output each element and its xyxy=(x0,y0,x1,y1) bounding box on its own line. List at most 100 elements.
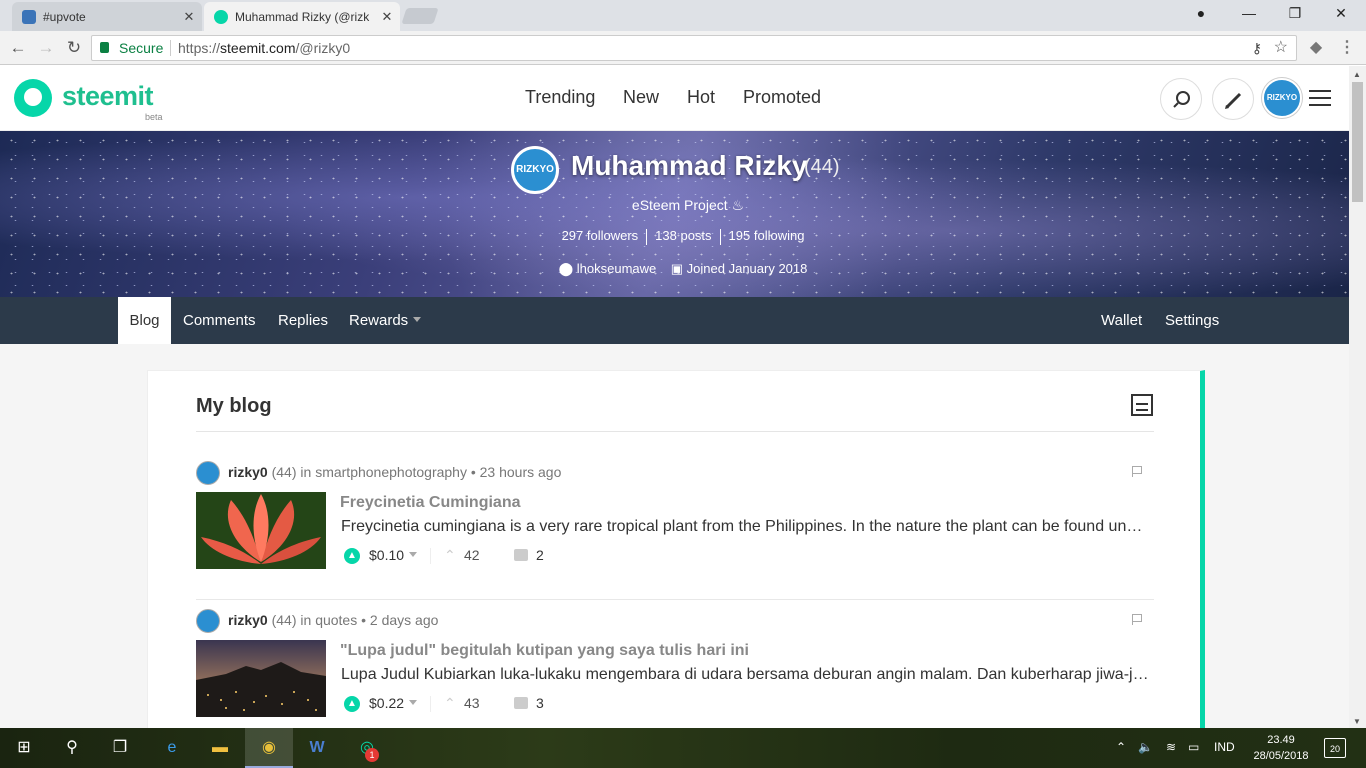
search-icon[interactable]: ⚲ xyxy=(48,728,96,768)
key-icon[interactable]: ⚷ xyxy=(1252,36,1262,60)
divider xyxy=(170,40,171,56)
upvote-icon[interactable]: ▲ xyxy=(344,548,360,564)
wifi-icon[interactable]: ≋ xyxy=(1166,740,1176,754)
url-text: https://steemit.com/@rizky0 xyxy=(178,36,350,60)
comment-count[interactable]: 2 xyxy=(536,547,544,563)
comment-count[interactable]: 3 xyxy=(536,695,544,711)
post-category[interactable]: smartphonephotography xyxy=(315,464,467,480)
following-link[interactable]: 195 following xyxy=(721,228,813,243)
extension-icon[interactable]: ◆ xyxy=(1305,37,1327,59)
tab-comments[interactable]: Comments xyxy=(183,297,256,344)
tray-chevron-icon[interactable]: ⌃ xyxy=(1116,740,1126,754)
new-tab-button[interactable] xyxy=(401,8,439,24)
browser-tab-profile[interactable]: Muhammad Rizky (@rizk ✕ xyxy=(204,2,400,31)
payout-value: $0.10 xyxy=(369,547,405,563)
profile-icon[interactable]: ● xyxy=(1178,0,1224,28)
close-tab-icon[interactable]: ✕ xyxy=(180,9,198,25)
vote-count[interactable]: 43 xyxy=(464,695,480,711)
post-title[interactable]: "Lupa judul" begitulah kutipan yang saya… xyxy=(340,642,749,660)
nav-new[interactable]: New xyxy=(623,87,659,108)
author-avatar[interactable] xyxy=(196,609,220,633)
profile-reputation: (44) xyxy=(804,156,840,178)
clock[interactable]: 23.49 28/05/2018 xyxy=(1246,732,1316,764)
post-title[interactable]: Freycinetia Cumingiana xyxy=(340,494,521,512)
language-indicator[interactable]: IND xyxy=(1214,740,1235,754)
steemit-favicon-icon xyxy=(214,9,228,24)
flag-icon[interactable] xyxy=(1132,466,1142,477)
post-item: rizky0 (44) in smartphonephotography • 2… xyxy=(196,452,1154,600)
author-reputation: (44) xyxy=(271,612,297,628)
nav-trending[interactable]: Trending xyxy=(525,87,595,108)
post-author[interactable]: rizky0 xyxy=(228,612,268,628)
file-explorer-icon[interactable]: ▬ xyxy=(196,728,244,768)
post-author[interactable]: rizky0 xyxy=(228,464,268,480)
task-view-icon[interactable]: ❐ xyxy=(96,728,144,768)
word-icon[interactable]: W xyxy=(293,728,341,768)
upvote-icon[interactable]: ▲ xyxy=(344,696,360,712)
posts-count: 138 posts xyxy=(655,228,712,243)
clock-date: 28/05/2018 xyxy=(1253,750,1309,762)
search-button[interactable] xyxy=(1160,78,1202,120)
menu-dots-icon[interactable]: ⋮ xyxy=(1336,37,1358,59)
submit-post-button[interactable] xyxy=(1212,78,1254,120)
scrollbar-thumb[interactable] xyxy=(1352,82,1363,202)
close-window-button[interactable]: ✕ xyxy=(1318,0,1364,28)
profile-joined: Joined January 2018 xyxy=(686,261,808,276)
profile-about: eSteem Project ♨ xyxy=(631,197,745,213)
url-path: /@rizky0 xyxy=(295,40,351,56)
windows-start-icon[interactable]: ⊞ xyxy=(0,728,48,768)
action-center-icon[interactable]: 20 xyxy=(1324,738,1346,758)
flag-icon[interactable] xyxy=(1132,614,1142,625)
chrome-icon[interactable]: ◉ xyxy=(245,728,293,768)
post-time: • 2 days ago xyxy=(361,612,439,628)
tab-replies[interactable]: Replies xyxy=(278,297,328,344)
scroll-up-icon[interactable]: ▲ xyxy=(1353,70,1361,79)
layout-toggle-icon[interactable] xyxy=(1131,394,1153,416)
edge-icon[interactable]: e xyxy=(148,728,196,768)
back-icon[interactable]: ← xyxy=(6,36,30,60)
user-avatar[interactable]: RIZKYO xyxy=(1262,78,1302,118)
post-time: • 23 hours ago xyxy=(470,464,562,480)
address-bar[interactable]: Secure https://steemit.com/@rizky0 ⚷ ☆ xyxy=(91,35,1297,61)
author-avatar[interactable] xyxy=(196,461,220,485)
maximize-button[interactable]: ❐ xyxy=(1272,0,1318,28)
payout[interactable]: $0.22 xyxy=(369,695,418,711)
tab-title: #upvote xyxy=(43,9,86,24)
post-thumbnail[interactable] xyxy=(196,492,326,569)
vote-count[interactable]: 42 xyxy=(464,547,480,563)
browser-toolbar: ← → ↻ Secure https://steemit.com/@rizky0… xyxy=(0,31,1366,65)
post-category[interactable]: quotes xyxy=(315,612,357,628)
hamburger-menu-icon[interactable] xyxy=(1309,90,1331,106)
tab-settings[interactable]: Settings xyxy=(1165,297,1219,344)
in-label: in xyxy=(300,464,312,480)
url-scheme: https:// xyxy=(178,40,221,56)
pencil-icon xyxy=(1225,92,1242,109)
volume-icon[interactable]: 🔈 xyxy=(1138,740,1153,754)
clock-time: 23.49 xyxy=(1267,734,1295,746)
tab-blog[interactable]: Blog xyxy=(118,297,171,344)
post-excerpt[interactable]: Freycinetia cumingiana is a very rare tr… xyxy=(341,518,1151,536)
post-thumbnail[interactable] xyxy=(196,640,326,717)
page-scrollbar[interactable]: ▲ ▼ xyxy=(1349,66,1366,728)
bookmark-star-icon[interactable]: ☆ xyxy=(1274,36,1288,60)
comment-icon xyxy=(514,549,528,561)
main-content: My blog rizky0 (44) in smartphonephotogr… xyxy=(0,344,1349,768)
nav-promoted[interactable]: Promoted xyxy=(743,87,821,108)
tab-rewards[interactable]: Rewards xyxy=(349,297,422,344)
reload-icon[interactable]: ↻ xyxy=(62,36,86,60)
forward-icon[interactable]: → xyxy=(34,36,58,60)
blog-heading: My blog xyxy=(196,395,272,417)
scroll-down-icon[interactable]: ▼ xyxy=(1353,717,1361,726)
battery-icon[interactable]: ▭ xyxy=(1188,740,1199,754)
browser-tab-upvote[interactable]: #upvote ✕ xyxy=(12,2,202,31)
chevron-down-icon xyxy=(409,552,418,558)
close-tab-icon[interactable]: ✕ xyxy=(378,9,396,25)
followers-link[interactable]: 297 followers xyxy=(554,228,647,243)
minimize-button[interactable]: — xyxy=(1226,0,1272,28)
comment-icon xyxy=(514,697,528,709)
nav-hot[interactable]: Hot xyxy=(687,87,715,108)
whatsapp-icon[interactable]: ◎ 1 xyxy=(343,728,391,768)
payout[interactable]: $0.10 xyxy=(369,547,418,563)
post-excerpt[interactable]: Lupa Judul Kubiarkan luka-lukaku mengemb… xyxy=(341,666,1151,684)
tab-wallet[interactable]: Wallet xyxy=(1101,297,1142,344)
